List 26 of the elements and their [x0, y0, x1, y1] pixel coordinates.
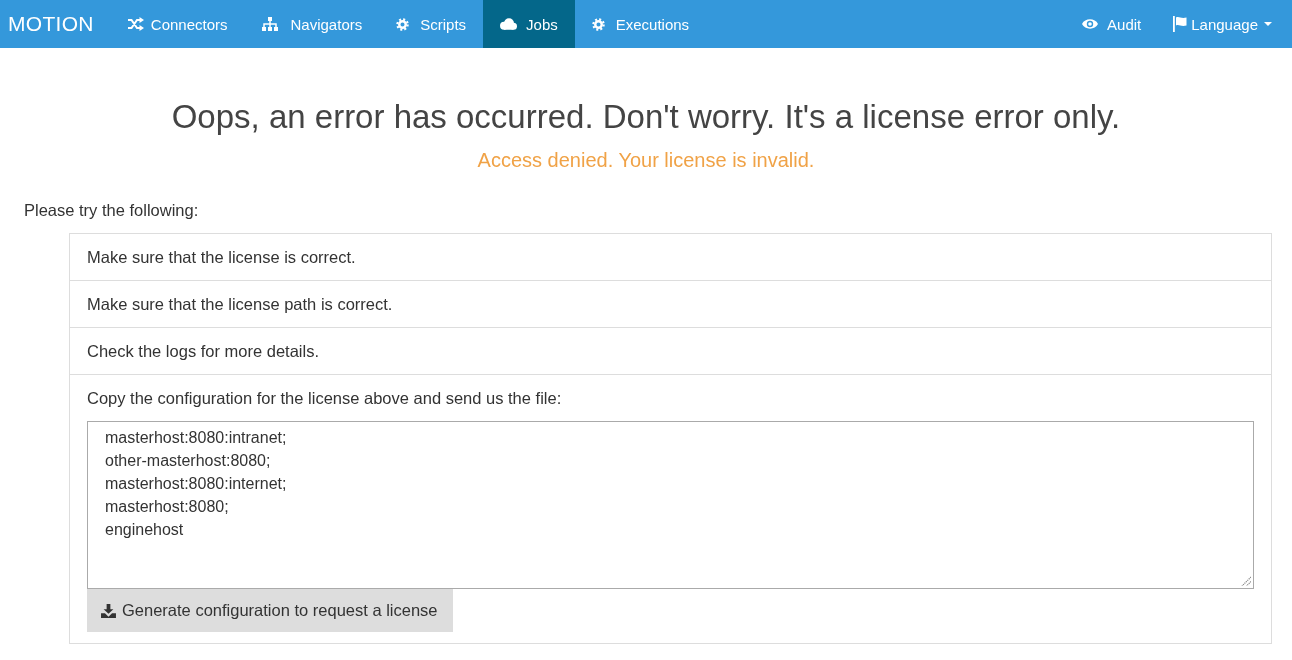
step-text: Make sure that the license is correct.: [87, 247, 356, 268]
nav-tab[interactable]: Scripts: [379, 0, 484, 48]
nav-tab[interactable]: Jobs: [483, 0, 575, 48]
sitemap-icon: [261, 17, 278, 31]
step-text: Copy the configuration for the license above and send us the file:: [87, 388, 562, 409]
nav-tab[interactable]: Navigators: [244, 0, 380, 48]
shuffle-icon: [127, 17, 144, 31]
cloud-icon: [500, 18, 518, 30]
flag-icon: [1173, 16, 1188, 32]
error-heading: Oops, an error has occurred. Don't worry. It's a license error only.: [170, 97, 1122, 137]
error-subtitle: Access denied. Your license is invalid.: [476, 148, 816, 173]
resize-grip-icon[interactable]: [1241, 576, 1251, 586]
instructions-intro: Please try the following:: [24, 200, 200, 221]
configuration-textarea[interactable]: masterhost:8080:intranet; other-masterhost:8080; masterhost:8080:internet; masterhost:8080; enginehost: [87, 421, 1254, 589]
gear-icon: [591, 17, 605, 31]
nav-link[interactable]: Audit: [1066, 0, 1158, 48]
gear-icon: [396, 17, 410, 31]
brand-logo-text[interactable]: MOTION: [0, 0, 111, 48]
download-icon: [101, 603, 116, 618]
step-text: Check the logs for more details.: [87, 341, 320, 362]
nav-tab[interactable]: Executions: [574, 0, 707, 48]
step-text: Make sure that the license path is correct.: [87, 294, 393, 315]
nav-link[interactable]: Language: [1157, 0, 1292, 48]
eye-icon: [1082, 19, 1099, 29]
generate-configuration-button[interactable]: Generate configuration to request a license: [87, 589, 453, 632]
nav-tab[interactable]: Connectors: [110, 0, 245, 48]
